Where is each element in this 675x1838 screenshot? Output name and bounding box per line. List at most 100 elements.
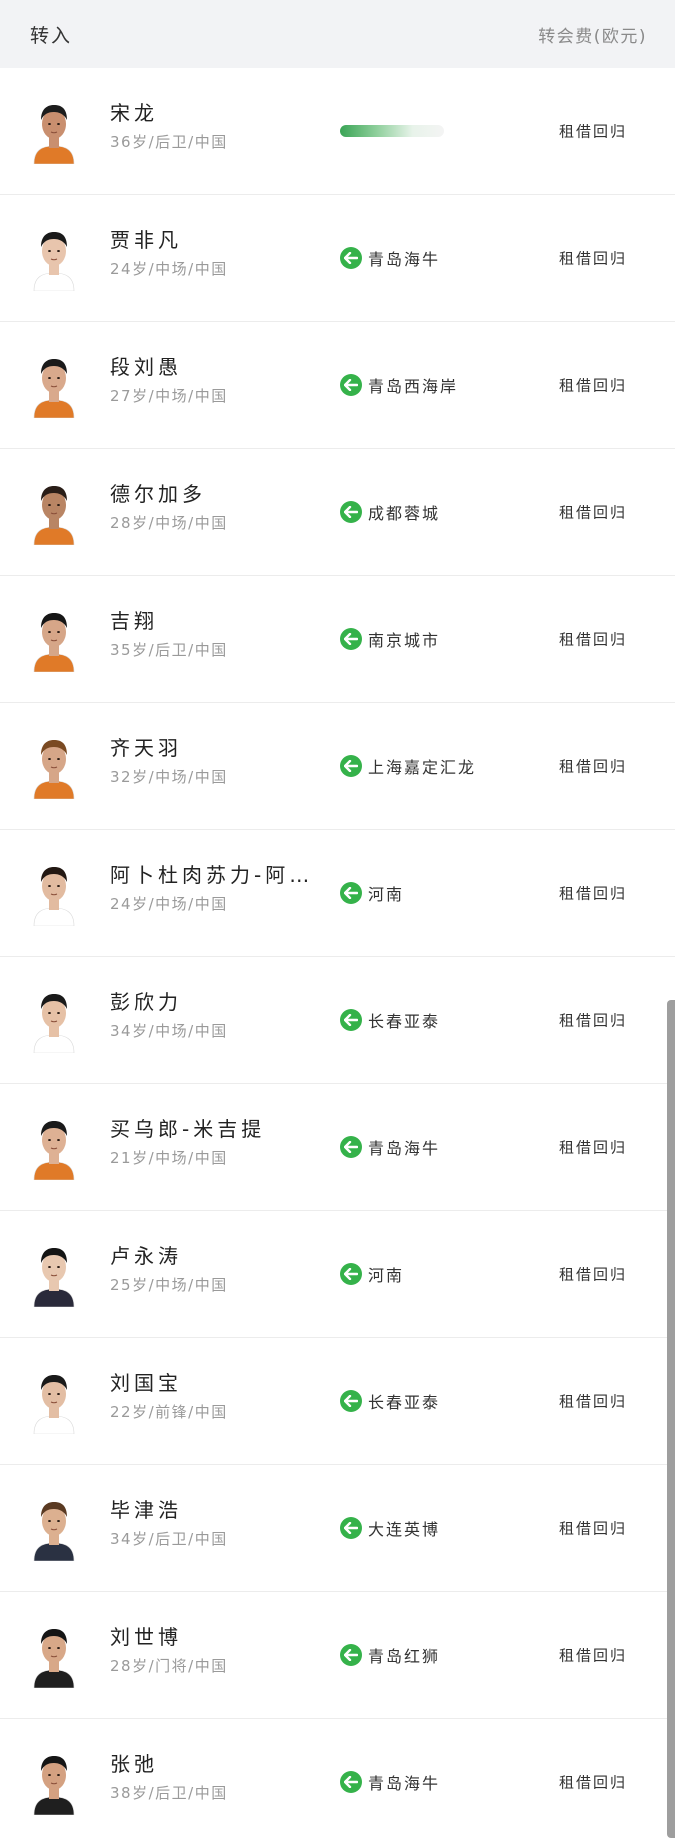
player-meta: 38岁/后卫/中国 <box>110 1784 228 1802</box>
from-club: 长春亚泰 <box>340 1008 440 1032</box>
arrow-left-icon <box>340 1136 362 1158</box>
player-meta: 34岁/中场/中国 <box>110 1022 228 1040</box>
player-name[interactable]: 刘世博 <box>110 1624 330 1650</box>
player-name[interactable]: 德尔加多 <box>110 481 330 507</box>
player-row[interactable]: 贾非凡 24岁/中场/中国 青岛海牛 租借回归 <box>0 195 675 322</box>
transfer-fee: 租借回归 <box>558 757 627 776</box>
player-photo <box>30 1368 78 1434</box>
player-list: 宋龙 36岁/后卫/中国 租借回归 贾非凡 24岁/中场/中国 青岛海牛 租借回… <box>0 68 675 1838</box>
player-name[interactable]: 宋龙 <box>110 100 330 126</box>
scrollbar[interactable] <box>667 1000 675 1838</box>
player-info: 齐天羽 32岁/中场/中国 <box>110 735 330 787</box>
player-meta: 21岁/中场/中国 <box>110 1149 228 1167</box>
player-photo <box>30 352 78 418</box>
from-club: 上海嘉定汇龙 <box>340 754 476 778</box>
transfer-fee: 租借回归 <box>558 1011 627 1030</box>
from-club-name: 青岛红狮 <box>368 1647 441 1666</box>
transfer-fee-header: 转会费(欧元) <box>538 26 647 47</box>
player-meta: 24岁/中场/中国 <box>110 895 228 913</box>
player-row[interactable]: 齐天羽 32岁/中场/中国 上海嘉定汇龙 租借回归 <box>0 703 675 830</box>
player-name[interactable]: 齐天羽 <box>110 735 330 761</box>
arrow-left-icon <box>340 1517 362 1539</box>
arrow-left-icon <box>340 1644 362 1666</box>
transfer-fee: 租借回归 <box>558 1519 627 1538</box>
player-info: 吉翔 35岁/后卫/中国 <box>110 608 330 660</box>
player-row[interactable]: 德尔加多 28岁/中场/中国 成都蓉城 租借回归 <box>0 449 675 576</box>
transfer-fee: 租借回归 <box>558 630 627 649</box>
arrow-left-icon <box>340 1771 362 1793</box>
arrow-left-icon <box>340 1263 362 1285</box>
player-name[interactable]: 刘国宝 <box>110 1370 330 1396</box>
player-row[interactable]: 宋龙 36岁/后卫/中国 租借回归 <box>0 68 675 195</box>
player-name[interactable]: 段刘愚 <box>110 354 330 380</box>
player-info: 德尔加多 28岁/中场/中国 <box>110 481 330 533</box>
from-club-name: 青岛海牛 <box>368 250 441 269</box>
from-club: 河南 <box>340 1262 404 1286</box>
from-club-name: 青岛海牛 <box>368 1139 441 1158</box>
from-club: 大连英博 <box>340 1516 440 1540</box>
player-name[interactable]: 彭欣力 <box>110 989 330 1015</box>
player-info: 阿卜杜肉苏力-阿… 24岁/中场/中国 <box>110 862 330 914</box>
player-name[interactable]: 阿卜杜肉苏力-阿… <box>110 862 330 888</box>
transfer-fee: 租借回归 <box>558 1773 627 1792</box>
player-name[interactable]: 贾非凡 <box>110 227 330 253</box>
player-photo <box>30 479 78 545</box>
player-name[interactable]: 吉翔 <box>110 608 330 634</box>
player-info: 卢永涛 25岁/中场/中国 <box>110 1243 330 1295</box>
transfer-fee: 租借回归 <box>558 249 627 268</box>
from-club: 青岛海牛 <box>340 246 440 270</box>
player-row[interactable]: 吉翔 35岁/后卫/中国 南京城市 租借回归 <box>0 576 675 703</box>
player-info: 彭欣力 34岁/中场/中国 <box>110 989 330 1041</box>
player-info: 毕津浩 34岁/后卫/中国 <box>110 1497 330 1549</box>
player-meta: 35岁/后卫/中国 <box>110 641 228 659</box>
player-meta: 28岁/中场/中国 <box>110 514 228 532</box>
player-meta: 24岁/中场/中国 <box>110 260 228 278</box>
player-info: 贾非凡 24岁/中场/中国 <box>110 227 330 279</box>
arrow-left-icon <box>340 882 362 904</box>
player-row[interactable]: 阿卜杜肉苏力-阿… 24岁/中场/中国 河南 租借回归 <box>0 830 675 957</box>
player-info: 宋龙 36岁/后卫/中国 <box>110 100 330 152</box>
player-row[interactable]: 刘世博 28岁/门将/中国 青岛红狮 租借回归 <box>0 1592 675 1719</box>
player-photo <box>30 1749 78 1815</box>
player-name[interactable]: 买乌郎-米吉提 <box>110 1116 330 1142</box>
player-row[interactable]: 买乌郎-米吉提 21岁/中场/中国 青岛海牛 租借回归 <box>0 1084 675 1211</box>
from-club-name: 河南 <box>368 885 405 904</box>
player-photo <box>30 225 78 291</box>
transfer-fee: 租借回归 <box>558 503 627 522</box>
arrow-left-icon <box>340 501 362 523</box>
arrow-left-icon <box>340 1009 362 1031</box>
transfer-fee: 租借回归 <box>558 122 627 141</box>
from-club: 河南 <box>340 881 404 905</box>
player-info: 刘国宝 22岁/前锋/中国 <box>110 1370 330 1422</box>
arrow-left-icon <box>340 755 362 777</box>
from-club-name: 南京城市 <box>368 631 441 650</box>
player-photo <box>30 1241 78 1307</box>
player-name[interactable]: 毕津浩 <box>110 1497 330 1523</box>
player-name[interactable]: 卢永涛 <box>110 1243 330 1269</box>
player-photo <box>30 606 78 672</box>
player-meta: 27岁/中场/中国 <box>110 387 228 405</box>
player-row[interactable]: 段刘愚 27岁/中场/中国 青岛西海岸 租借回归 <box>0 322 675 449</box>
player-row[interactable]: 刘国宝 22岁/前锋/中国 长春亚泰 租借回归 <box>0 1338 675 1465</box>
from-club: 成都蓉城 <box>340 500 440 524</box>
player-photo <box>30 1622 78 1688</box>
from-club: 青岛海牛 <box>340 1135 440 1159</box>
transfer-fee: 租借回归 <box>558 1646 627 1665</box>
arrow-left-icon <box>340 247 362 269</box>
player-info: 张弛 38岁/后卫/中国 <box>110 1751 330 1803</box>
from-club-name: 成都蓉城 <box>368 504 441 523</box>
player-row[interactable]: 彭欣力 34岁/中场/中国 长春亚泰 租借回归 <box>0 957 675 1084</box>
from-club: 南京城市 <box>340 627 440 651</box>
player-name[interactable]: 张弛 <box>110 1751 330 1777</box>
from-club: 青岛西海岸 <box>340 373 458 397</box>
player-meta: 28岁/门将/中国 <box>110 1657 228 1675</box>
from-club: 青岛红狮 <box>340 1643 440 1667</box>
player-row[interactable]: 毕津浩 34岁/后卫/中国 大连英博 租借回归 <box>0 1465 675 1592</box>
arrow-left-icon <box>340 1390 362 1412</box>
player-info: 段刘愚 27岁/中场/中国 <box>110 354 330 406</box>
arrow-left-icon <box>340 628 362 650</box>
player-photo <box>30 98 78 164</box>
player-row[interactable]: 卢永涛 25岁/中场/中国 河南 租借回归 <box>0 1211 675 1338</box>
loading-placeholder <box>340 125 444 137</box>
player-row[interactable]: 张弛 38岁/后卫/中国 青岛海牛 租借回归 <box>0 1719 675 1838</box>
